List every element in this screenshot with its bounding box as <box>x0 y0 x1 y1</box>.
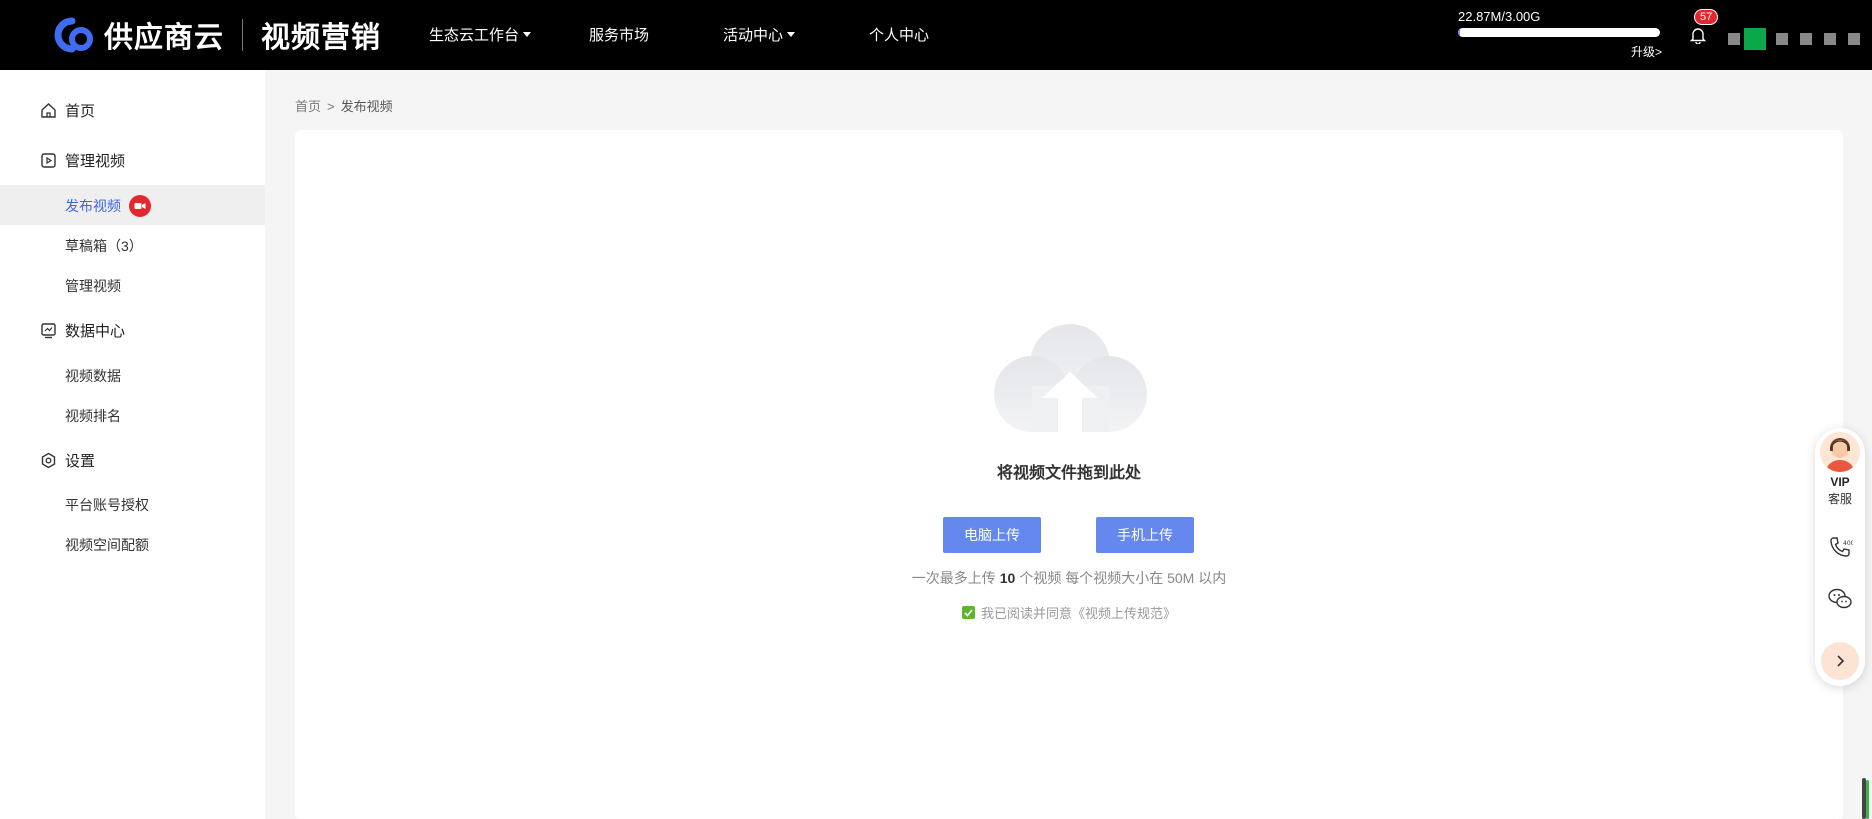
storage-bar-fill <box>1458 28 1461 37</box>
nav-service-market-label: 服务市场 <box>589 27 650 44</box>
sidebar-item-video-data[interactable]: 视频数据 <box>65 366 121 386</box>
mobile-upload-button[interactable]: 手机上传 <box>1096 517 1194 553</box>
limit-prefix: 一次最多上传 <box>911 570 996 586</box>
agreement-text[interactable]: 我已阅读并同意《视频上传规范》 <box>981 603 1176 622</box>
sidebar-item-video-ranking[interactable]: 视频排名 <box>65 406 121 426</box>
nav-service-market[interactable]: 服务市场 <box>589 24 649 45</box>
vip-label: VIP <box>1830 475 1850 489</box>
nav-workbench-label: 生态云工作台 <box>429 27 520 44</box>
storage-usage: 22.87M/3.00G 升级> <box>1458 9 1662 59</box>
sidebar-item-label: 发布视频 <box>65 198 121 214</box>
chevron-down-icon <box>787 32 796 37</box>
nav-activity-center[interactable]: 活动中心 <box>723 24 796 45</box>
collapse-bar-button[interactable] <box>1821 642 1859 680</box>
sidebar-group-data-center[interactable]: 数据中心 <box>40 320 125 341</box>
avatar-pixel <box>1848 33 1860 45</box>
phone-400-icon[interactable]: 400 <box>1827 534 1853 560</box>
limit-suffix: 个视频 每个视频大小在 50M 以内 <box>1019 570 1227 586</box>
sidebar-item-space-quota[interactable]: 视频空间配额 <box>65 535 149 555</box>
sidebar-item-manage-video[interactable]: 管理视频 <box>65 276 121 296</box>
sidebar-group-manage-video[interactable]: 管理视频 <box>40 150 125 171</box>
breadcrumb-home[interactable]: 首页 <box>295 99 321 114</box>
sidebar-group-settings[interactable]: 设置 <box>40 450 95 471</box>
nav-personal-center[interactable]: 个人中心 <box>869 24 929 45</box>
avatar-pixel <box>1824 33 1836 45</box>
upload-limit-text: 一次最多上传 10 个视频 每个视频大小在 50M 以内 <box>295 568 1843 588</box>
limit-count: 10 <box>999 570 1016 586</box>
nav-personal-center-label: 个人中心 <box>869 27 930 44</box>
chevron-right-icon <box>1837 655 1845 667</box>
avatar-pixel <box>1728 33 1740 45</box>
storage-bar <box>1458 28 1660 37</box>
avatar-pixel <box>1744 28 1766 50</box>
avatar-pixel <box>1800 33 1812 45</box>
home-icon <box>41 103 56 118</box>
agreement-row: 我已阅读并同意《视频上传规范》 <box>295 603 1843 622</box>
breadcrumb: 首页 > 发布视频 <box>295 96 393 115</box>
agreement-checkbox[interactable] <box>961 606 975 619</box>
chart-icon <box>41 323 56 339</box>
notification-badge: 57 <box>1694 9 1719 25</box>
cloud-upload-icon <box>994 324 1147 432</box>
wechat-icon[interactable] <box>1827 586 1853 612</box>
top-bar: 供应商云 视频营销 生态云工作台 服务市场 活动中心 个人中心 22.87M/3… <box>0 0 1872 70</box>
logo-mark-icon <box>48 15 98 55</box>
svg-text:400: 400 <box>1843 540 1853 547</box>
upload-panel[interactable]: 将视频文件拖到此处 电脑上传 手机上传 一次最多上传 10 个视频 每个视频大小在 … <box>295 130 1843 819</box>
breadcrumb-current: 发布视频 <box>340 99 393 114</box>
bell-icon[interactable] <box>1689 26 1707 45</box>
user-avatar[interactable] <box>1728 28 1860 50</box>
logo[interactable]: 供应商云 视频营销 <box>48 15 381 55</box>
video-icon <box>41 153 56 168</box>
scrollbar-thumb[interactable] <box>1866 780 1869 819</box>
logo-divider <box>242 19 244 51</box>
product-name: 视频营销 <box>261 22 382 54</box>
sidebar-item-label: 管理视频 <box>65 153 126 170</box>
drop-zone-text: 将视频文件拖到此处 <box>996 465 1141 482</box>
sidebar-item-label: 首页 <box>65 103 96 120</box>
storage-text: 22.87M/3.00G <box>1458 9 1541 24</box>
nav-workbench[interactable]: 生态云工作台 <box>429 24 532 45</box>
settings-icon <box>41 452 56 469</box>
sidebar-item-drafts[interactable]: 草稿箱（3） <box>65 236 143 256</box>
pc-upload-button[interactable]: 电脑上传 <box>943 517 1041 553</box>
nav-activity-center-label: 活动中心 <box>723 27 784 44</box>
upgrade-link[interactable]: 升级> <box>1631 43 1662 60</box>
camera-icon <box>129 195 151 217</box>
chevron-down-icon <box>523 32 532 37</box>
breadcrumb-separator: > <box>327 99 335 114</box>
service-avatar-icon[interactable] <box>1820 432 1860 472</box>
avatar-pixel <box>1776 33 1788 45</box>
sidebar: 首页 管理视频 发布视频 草稿箱（3） 管理视频 数据中心 视频数据 视频排名 … <box>0 70 265 819</box>
sidebar-item-label: 数据中心 <box>65 323 126 340</box>
sidebar-item-home[interactable]: 首页 <box>40 100 95 121</box>
sidebar-item-publish-video[interactable]: 发布视频 <box>65 195 151 217</box>
service-label: 客服 <box>1827 492 1852 506</box>
customer-service-bar: VIP 客服 400 <box>1815 428 1865 686</box>
sidebar-item-label: 设置 <box>65 453 96 470</box>
sidebar-item-platform-auth[interactable]: 平台账号授权 <box>65 495 149 515</box>
brand-name: 供应商云 <box>104 22 225 54</box>
